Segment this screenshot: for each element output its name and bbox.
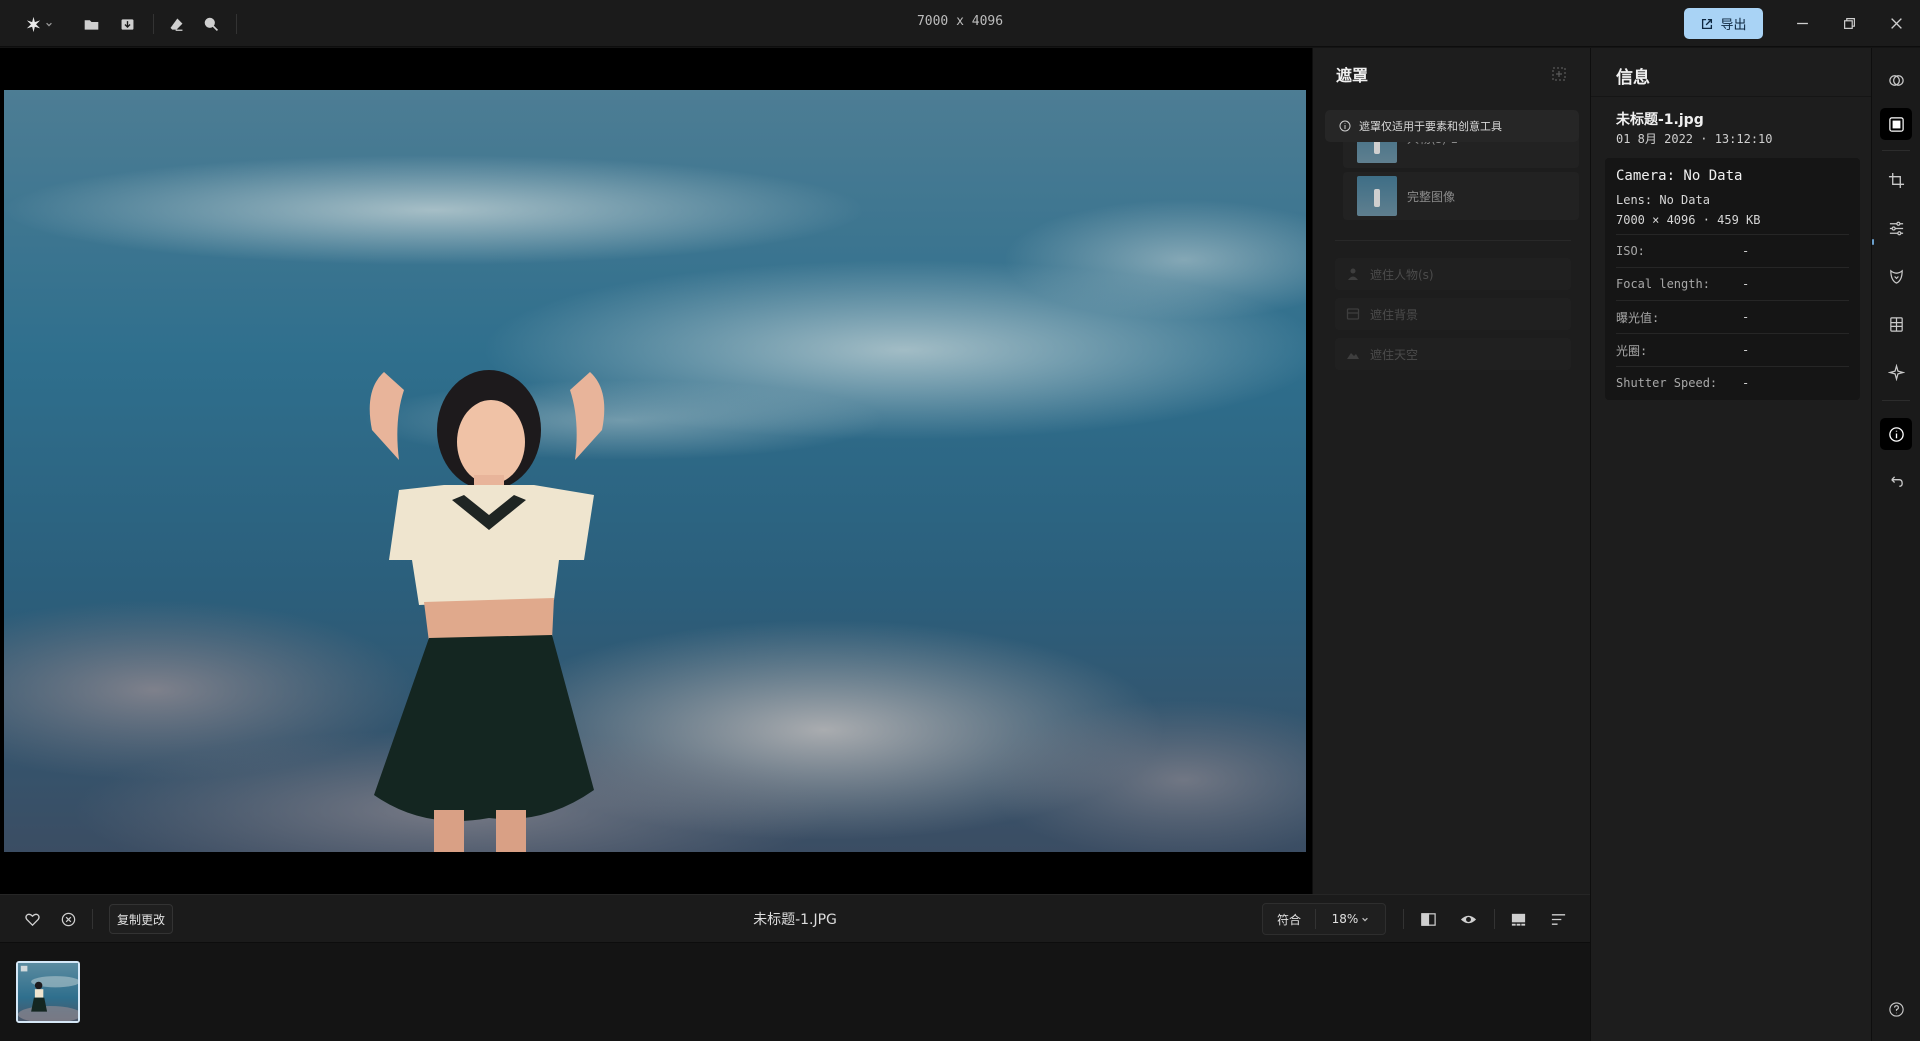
zoom-controls: 符合 18%: [1262, 903, 1386, 935]
crop-icon[interactable]: [1880, 164, 1912, 196]
toolbar-separator: [1494, 909, 1495, 929]
mask-background-button[interactable]: 遮住背景: [1335, 298, 1571, 330]
mask-person-button[interactable]: 遮住人物(s): [1335, 258, 1571, 290]
eraser-icon[interactable]: [163, 11, 189, 37]
zoom-value: 18%: [1331, 912, 1359, 926]
adjustments-icon[interactable]: [1880, 212, 1912, 244]
mask-tool-icon[interactable]: [1880, 108, 1912, 140]
zoom-select[interactable]: 18%: [1316, 912, 1385, 926]
photo-canvas[interactable]: [4, 90, 1306, 852]
restore-button[interactable]: [1834, 9, 1864, 37]
favorite-heart-icon[interactable]: [20, 907, 44, 931]
chevron-down-icon: [1362, 917, 1369, 922]
info-icon[interactable]: [1880, 418, 1912, 450]
mask-thumbnail: [1357, 176, 1397, 216]
creative-sparkle-icon[interactable]: [1880, 356, 1912, 388]
import-icon[interactable]: [114, 11, 140, 37]
mask-card-label: 完整图像: [1407, 189, 1456, 204]
mask-action-label: 遮住天空: [1370, 347, 1419, 362]
mask-divider: [1335, 240, 1571, 241]
info-icon: [1339, 120, 1351, 132]
portrait-icon[interactable]: [1880, 260, 1912, 292]
person-icon: [1348, 268, 1358, 280]
info-panel: 信息 未标题-1.jpg 01 8月 2022 · 13:12:10 Camer…: [1590, 48, 1872, 1041]
exif-row-aperture: 光圈: -: [1616, 333, 1849, 366]
close-button[interactable]: [1881, 9, 1911, 37]
filmstrip-thumbnail[interactable]: [16, 961, 80, 1023]
rail-separator: [1882, 150, 1910, 151]
image-dimensions: 7000 x 4096: [916, 14, 1004, 29]
toolbar-separator: [1403, 909, 1404, 929]
presets-icon[interactable]: [1880, 64, 1912, 96]
chevron-down-icon[interactable]: [42, 11, 56, 37]
export-icon: [1702, 18, 1713, 29]
fit-button[interactable]: 符合: [1263, 911, 1315, 928]
search-icon[interactable]: [198, 11, 224, 37]
select-area-icon[interactable]: [1549, 64, 1569, 84]
toolbar-separator: [92, 909, 93, 929]
mask-panel: 遮罩 遮罩仅适用于要素和创意工具 人物(s) 1 完整图像 遮住人物(s) 遮住…: [1312, 48, 1590, 894]
minimize-button[interactable]: [1787, 9, 1817, 37]
top-toolbar: 7000 x 4096 导出: [0, 0, 1920, 47]
toolbar-separator: [153, 14, 154, 34]
toolbar-separator: [236, 14, 237, 34]
info-date: 01 8月 2022 · 13:12:10: [1616, 132, 1773, 146]
exif-lens: Lens: No Data: [1616, 193, 1710, 207]
info-filename: 未标题-1.jpg: [1616, 112, 1704, 128]
help-icon[interactable]: [1880, 993, 1912, 1025]
background-icon: [1346, 308, 1360, 320]
exif-row-shutter-speed: Shutter Speed: -: [1616, 366, 1849, 399]
exif-row-focal-length: Focal length: -: [1616, 267, 1849, 300]
tool-rail: [1871, 48, 1920, 1041]
rail-separator: [1882, 400, 1910, 401]
mask-action-label: 遮住背景: [1370, 307, 1419, 322]
copy-changes-button[interactable]: 复制更改: [109, 904, 174, 934]
export-button[interactable]: 导出: [1684, 8, 1763, 39]
exif-box: Camera: No Data Lens: No Data 7000 × 409…: [1605, 158, 1860, 400]
sky-icon: [1347, 353, 1359, 359]
layers-icon[interactable]: [1880, 308, 1912, 340]
exif-row-exposure: 曝光值: -: [1616, 300, 1849, 333]
exif-camera: Camera: No Data: [1616, 168, 1743, 184]
mask-panel-title: 遮罩: [1336, 66, 1369, 85]
preview-eye-icon[interactable]: [1456, 907, 1480, 931]
image-canvas[interactable]: [0, 48, 1312, 894]
reject-icon[interactable]: [56, 907, 80, 931]
rail-indicator: [1872, 239, 1874, 245]
folder-icon[interactable]: [78, 11, 104, 37]
mask-action-label: 遮住人物(s): [1370, 267, 1434, 282]
sort-icon[interactable]: [1546, 907, 1570, 931]
filmstrip-toggle-icon[interactable]: [1506, 907, 1530, 931]
export-label: 导出: [1720, 18, 1747, 33]
mask-card-full-image[interactable]: 完整图像: [1343, 172, 1579, 220]
exif-row-iso: ISO: -: [1616, 234, 1849, 267]
compare-split-icon[interactable]: [1416, 907, 1440, 931]
bottom-toolbar: 复制更改 未标题-1.JPG 符合 18%: [0, 894, 1590, 942]
exif-size: 7000 × 4096 · 459 KB: [1616, 213, 1761, 227]
mask-notice-text: 遮罩仅适用于要素和创意工具: [1359, 120, 1502, 133]
info-divider: [1591, 96, 1872, 97]
filmstrip: [0, 942, 1590, 1041]
history-undo-icon[interactable]: [1880, 466, 1912, 498]
mask-notice: 遮罩仅适用于要素和创意工具: [1325, 110, 1579, 142]
info-panel-title: 信息: [1616, 68, 1650, 88]
mask-sky-button[interactable]: 遮住天空: [1335, 338, 1571, 370]
